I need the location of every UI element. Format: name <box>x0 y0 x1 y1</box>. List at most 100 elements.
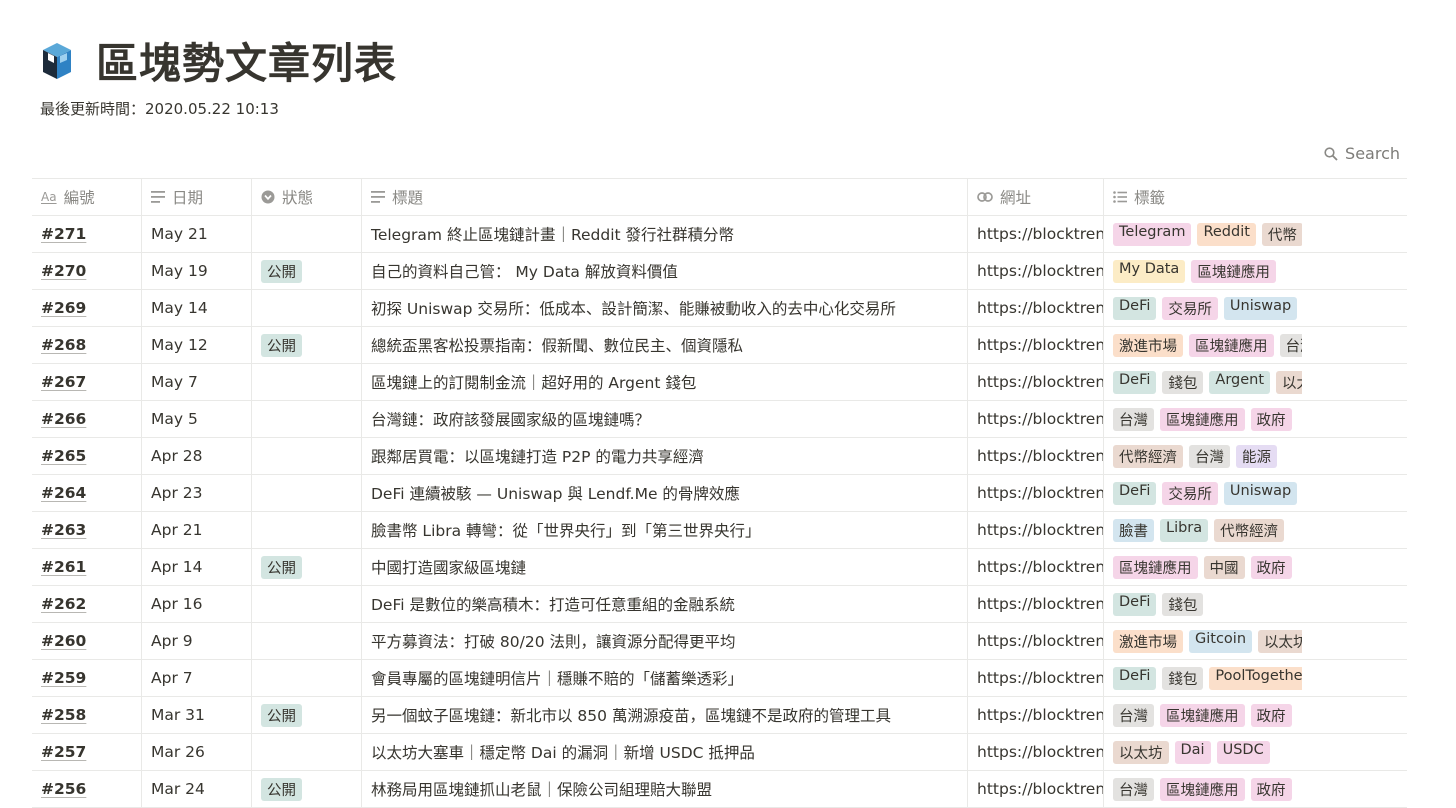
cell-number[interactable]: #259 <box>32 660 142 696</box>
cell-date[interactable]: Apr 9 <box>142 623 252 659</box>
column-header-status[interactable]: 狀態 <box>252 179 362 215</box>
cell-status[interactable] <box>252 660 362 696</box>
article-number[interactable]: #260 <box>41 632 86 650</box>
cell-title[interactable]: DeFi 是數位的樂高積木：打造可任意重組的金融系統 <box>362 586 968 622</box>
article-number[interactable]: #270 <box>41 262 86 280</box>
cell-title[interactable]: DeFi 連續被駭 — Uniswap 與 Lendf.Me 的骨牌效應 <box>362 475 968 511</box>
cell-status[interactable] <box>252 216 362 252</box>
cell-tags[interactable]: 臉書 Libra 代幣經濟 <box>1104 512 1407 548</box>
cell-status[interactable]: 公開 <box>252 697 362 733</box>
cell-status[interactable] <box>252 586 362 622</box>
article-number[interactable]: #258 <box>41 706 86 724</box>
cell-number[interactable]: #269 <box>32 290 142 326</box>
cell-title[interactable]: 臉書幣 Libra 轉彎：從「世界央行」到「第三世界央行」 <box>362 512 968 548</box>
cell-date[interactable]: Apr 16 <box>142 586 252 622</box>
table-row[interactable]: #265 Apr 28 跟鄰居買電：以區塊鏈打造 P2P 的電力共享經濟 https:… <box>32 438 1407 475</box>
article-number[interactable]: #264 <box>41 484 86 502</box>
table-row[interactable]: #262 Apr 16 DeFi 是數位的樂高積木：打造可任意重組的金融系統 http… <box>32 586 1407 623</box>
table-row[interactable]: #259 Apr 7 會員專屬的區塊鏈明信片｜穩賺不賠的「儲蓄樂透彩」 https:/… <box>32 660 1407 697</box>
cell-tags[interactable]: DeFi 錢包 <box>1104 586 1407 622</box>
cell-number[interactable]: #261 <box>32 549 142 585</box>
cell-status[interactable]: 公開 <box>252 549 362 585</box>
table-row[interactable]: #269 May 14 初探 Uniswap 交易所：低成本、設計簡潔、能賺被動收入… <box>32 290 1407 327</box>
table-row[interactable]: #268 May 12 公開 總統盃黑客松投票指南：假新聞、數位民主、個資隱私 http… <box>32 327 1407 364</box>
cell-url[interactable]: https://blocktrend <box>968 549 1104 585</box>
cell-url[interactable]: https://blocktrend <box>968 216 1104 252</box>
cell-url[interactable]: https://blocktrend <box>968 734 1104 770</box>
cell-title[interactable]: 初探 Uniswap 交易所：低成本、設計簡潔、能賺被動收入的去中心化交易所 <box>362 290 968 326</box>
cell-title[interactable]: 區塊鏈上的訂閱制金流｜超好用的 Argent 錢包 <box>362 364 968 400</box>
cell-tags[interactable]: 代幣經濟 台灣 能源 <box>1104 438 1407 474</box>
cell-url[interactable]: https://blocktrend <box>968 697 1104 733</box>
column-header-tags[interactable]: 標籤 <box>1104 179 1407 215</box>
cell-url[interactable]: https://blocktrend <box>968 438 1104 474</box>
cell-number[interactable]: #266 <box>32 401 142 437</box>
cell-url[interactable]: https://blocktrend <box>968 327 1104 363</box>
cell-number[interactable]: #267 <box>32 364 142 400</box>
cell-status[interactable]: 公開 <box>252 253 362 289</box>
column-header-number[interactable]: Aa 編號 <box>32 179 142 215</box>
cell-number[interactable]: #268 <box>32 327 142 363</box>
cell-status[interactable]: 公開 <box>252 771 362 807</box>
article-number[interactable]: #269 <box>41 299 86 317</box>
cell-date[interactable]: May 12 <box>142 327 252 363</box>
article-number[interactable]: #267 <box>41 373 86 391</box>
cell-title[interactable]: 以太坊大塞車｜穩定幣 Dai 的漏洞｜新增 USDC 抵押品 <box>362 734 968 770</box>
cell-tags[interactable]: 台灣 區塊鏈應用 政府 <box>1104 401 1407 437</box>
table-row[interactable]: #266 May 5 台灣鏈：政府該發展國家級的區塊鏈嗎？ https://block… <box>32 401 1407 438</box>
cell-date[interactable]: Apr 14 <box>142 549 252 585</box>
cell-status[interactable] <box>252 734 362 770</box>
table-row[interactable]: #264 Apr 23 DeFi 連續被駭 — Uniswap 與 Lendf.Me… <box>32 475 1407 512</box>
cell-status[interactable] <box>252 475 362 511</box>
cell-tags[interactable]: Telegram Reddit 代幣 <box>1104 216 1407 252</box>
cell-date[interactable]: Apr 21 <box>142 512 252 548</box>
cell-number[interactable]: #257 <box>32 734 142 770</box>
article-number[interactable]: #259 <box>41 669 86 687</box>
cell-title[interactable]: 會員專屬的區塊鏈明信片｜穩賺不賠的「儲蓄樂透彩」 <box>362 660 968 696</box>
article-number[interactable]: #257 <box>41 743 86 761</box>
cell-url[interactable]: https://blocktrend <box>968 475 1104 511</box>
table-row[interactable]: #271 May 21 Telegram 終止區塊鏈計畫｜Reddit 發行社群積分… <box>32 216 1407 253</box>
cell-date[interactable]: May 14 <box>142 290 252 326</box>
cell-title[interactable]: 中國打造國家級區塊鏈 <box>362 549 968 585</box>
cell-status[interactable]: 公開 <box>252 327 362 363</box>
cell-tags[interactable]: 激進市場區塊鏈應用台灣 <box>1104 327 1407 363</box>
cell-date[interactable]: May 21 <box>142 216 252 252</box>
cell-tags[interactable]: DeFi 錢包 PoolTogether <box>1104 660 1407 696</box>
cell-number[interactable]: #260 <box>32 623 142 659</box>
cell-url[interactable]: https://blocktrend <box>968 512 1104 548</box>
cell-title[interactable]: Telegram 終止區塊鏈計畫｜Reddit 發行社群積分幣 <box>362 216 968 252</box>
cell-tags[interactable]: My Data 區塊鏈應用 <box>1104 253 1407 289</box>
cell-tags[interactable]: 區塊鏈應用 中國 政府 <box>1104 549 1407 585</box>
cell-number[interactable]: #264 <box>32 475 142 511</box>
table-row[interactable]: #267 May 7 區塊鏈上的訂閱制金流｜超好用的 Argent 錢包 https:… <box>32 364 1407 401</box>
table-row[interactable]: #270 May 19 公開 自己的資料自己管： My Data 解放資料價值 http… <box>32 253 1407 290</box>
cell-status[interactable] <box>252 438 362 474</box>
article-number[interactable]: #271 <box>41 225 86 243</box>
cell-url[interactable]: https://blocktrend <box>968 364 1104 400</box>
cell-date[interactable]: May 7 <box>142 364 252 400</box>
cell-number[interactable]: #262 <box>32 586 142 622</box>
cell-number[interactable]: #256 <box>32 771 142 807</box>
cell-date[interactable]: Mar 31 <box>142 697 252 733</box>
cell-status[interactable] <box>252 623 362 659</box>
cell-tags[interactable]: 激進市場 Gitcoin 以太坊 <box>1104 623 1407 659</box>
cell-title[interactable]: 自己的資料自己管： My Data 解放資料價值 <box>362 253 968 289</box>
article-number[interactable]: #266 <box>41 410 86 428</box>
cell-date[interactable]: May 19 <box>142 253 252 289</box>
cell-title[interactable]: 總統盃黑客松投票指南：假新聞、數位民主、個資隱私 <box>362 327 968 363</box>
cell-date[interactable]: Mar 24 <box>142 771 252 807</box>
cell-title[interactable]: 另一個蚊子區塊鏈：新北市以 850 萬溯源疫苗，區塊鏈不是政府的管理工具 <box>362 697 968 733</box>
cell-url[interactable]: https://blocktrend <box>968 623 1104 659</box>
cell-tags[interactable]: DeFi 交易所 Uniswap <box>1104 290 1407 326</box>
article-number[interactable]: #256 <box>41 780 86 798</box>
cell-title[interactable]: 林務局用區塊鏈抓山老鼠｜保險公司組理賠大聯盟 <box>362 771 968 807</box>
cell-date[interactable]: Apr 23 <box>142 475 252 511</box>
cell-url[interactable]: https://blocktrend <box>968 660 1104 696</box>
cell-number[interactable]: #270 <box>32 253 142 289</box>
cell-url[interactable]: https://blocktrend <box>968 586 1104 622</box>
column-header-title[interactable]: 標題 <box>362 179 968 215</box>
cell-tags[interactable]: 以太坊 Dai USDC <box>1104 734 1407 770</box>
column-header-date[interactable]: 日期 <box>142 179 252 215</box>
cell-title[interactable]: 跟鄰居買電：以區塊鏈打造 P2P 的電力共享經濟 <box>362 438 968 474</box>
